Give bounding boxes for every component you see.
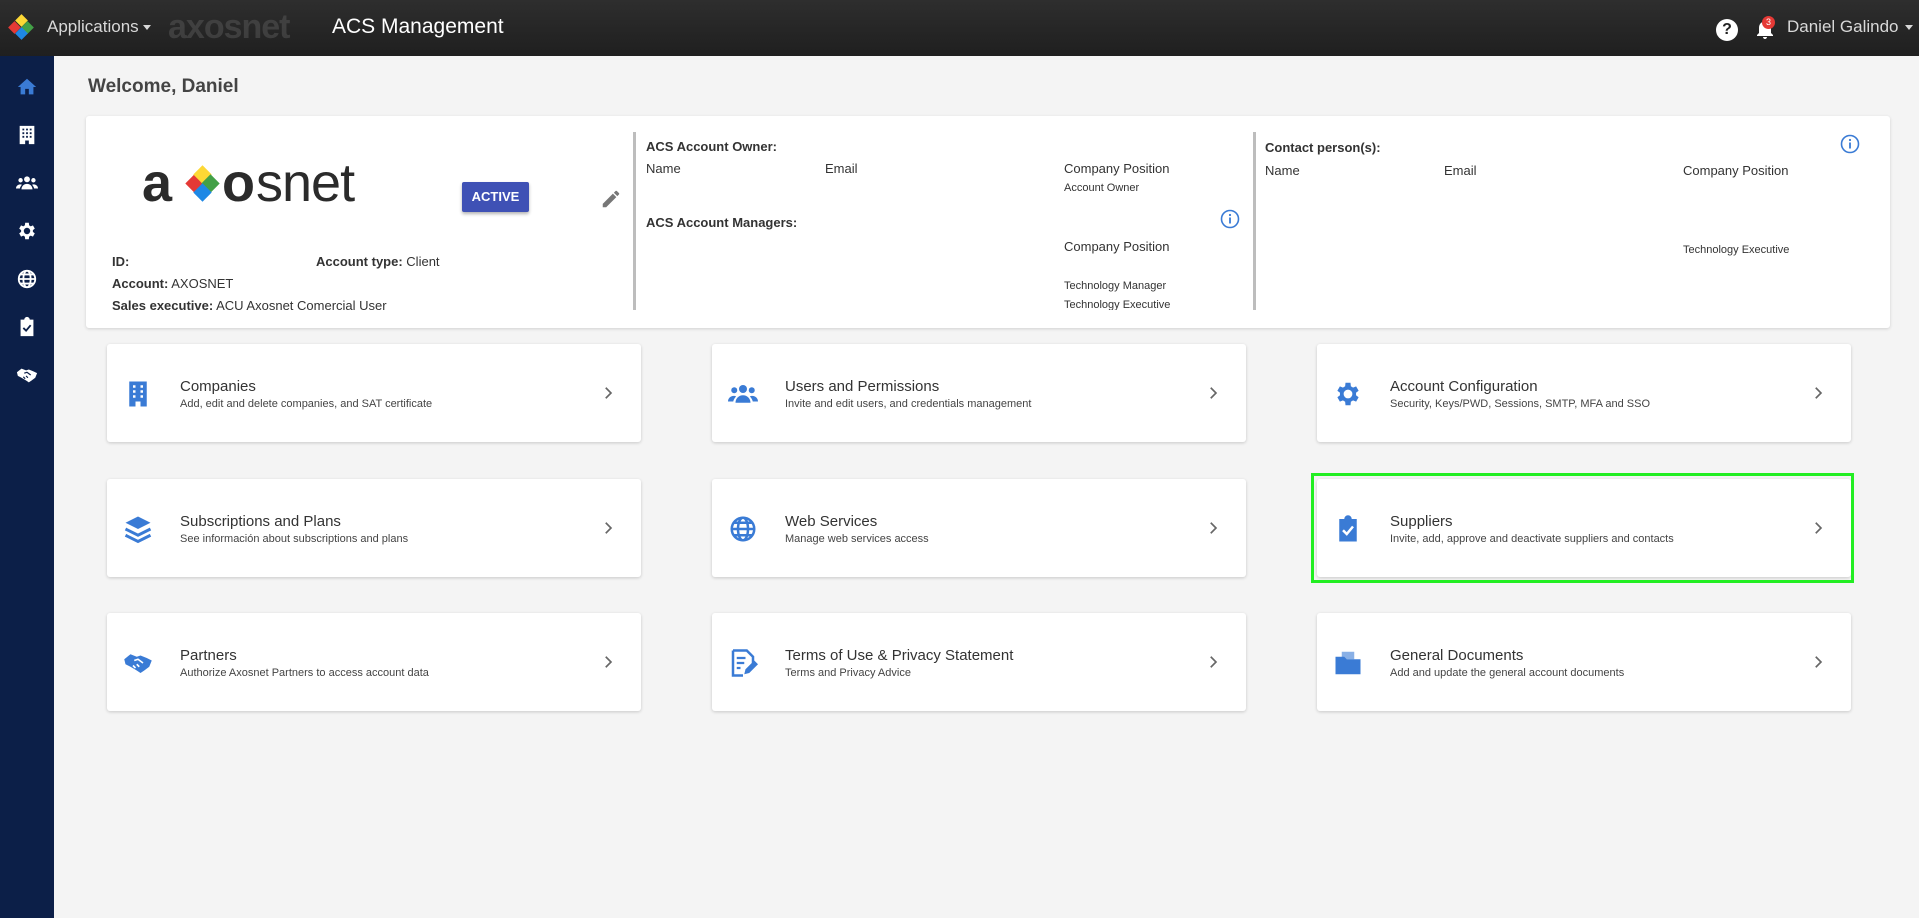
clipboard-check-icon: [20, 316, 34, 337]
chevron-right-icon: [605, 656, 613, 668]
card-title: Partners: [180, 647, 237, 664]
account-type: Account type: Client: [316, 254, 440, 269]
owner-col-position: Company Position: [1064, 161, 1170, 176]
card-general-documents[interactable]: General Documents Add and update the gen…: [1317, 613, 1851, 711]
welcome-heading: Welcome, Daniel: [88, 76, 239, 97]
sidebar-item-suppliers[interactable]: [0, 304, 54, 350]
company-logo: a o snet: [142, 156, 356, 213]
card-companies[interactable]: Companies Add, edit and delete companies…: [107, 344, 641, 442]
layers-icon: [124, 516, 152, 544]
user-menu[interactable]: Daniel Galindo: [1787, 17, 1913, 37]
sidebar-item-companies[interactable]: [0, 112, 54, 158]
card-title: Account Configuration: [1390, 378, 1538, 395]
account-panel: a o snet ACTIVE ID: Account type: Client…: [86, 116, 1890, 328]
folder-icon: [1335, 651, 1361, 675]
users-icon: [16, 176, 38, 190]
panel-divider: [633, 132, 636, 310]
sales-executive: Sales executive: ACU Axosnet Comercial U…: [112, 298, 387, 313]
card-title: General Documents: [1390, 647, 1524, 664]
document-edit-icon: [731, 649, 758, 677]
card-description: Authorize Axosnet Partners to access acc…: [180, 667, 429, 679]
chevron-right-icon: [605, 387, 613, 399]
user-name: Daniel Galindo: [1787, 17, 1899, 36]
app-title: ACS Management: [332, 15, 504, 38]
chevron-down-icon: [1904, 25, 1913, 31]
contact-position: Technology Executive: [1683, 244, 1790, 256]
card-title: Web Services: [785, 513, 878, 530]
selection-highlight: [1311, 473, 1854, 583]
card-title: Companies: [180, 378, 256, 395]
card-description: Add, edit and delete companies, and SAT …: [180, 398, 433, 410]
card-partners[interactable]: Partners Authorize Axosnet Partners to a…: [107, 613, 641, 711]
chevron-right-icon: [1815, 387, 1823, 399]
chevron-right-icon: [1210, 387, 1218, 399]
applications-label: Applications: [47, 17, 139, 36]
svg-text:a: a: [142, 156, 173, 213]
sidebar-item-users[interactable]: [0, 160, 54, 206]
card-title: Users and Permissions: [785, 378, 940, 395]
handshake-icon: [16, 368, 38, 383]
users-icon: [728, 385, 758, 403]
status-badge: ACTIVE: [462, 182, 529, 212]
applications-menu[interactable]: Applications: [47, 17, 151, 37]
info-icon[interactable]: [1840, 134, 1860, 154]
help-icon[interactable]: ?: [1716, 19, 1738, 41]
contacts-col-email: Email: [1444, 163, 1477, 178]
card-account-configuration[interactable]: Account Configuration Security, Keys/PWD…: [1317, 344, 1851, 442]
contacts-heading: Contact person(s):: [1265, 140, 1381, 155]
card-title: Subscriptions and Plans: [180, 513, 341, 530]
sidebar-item-partners[interactable]: [0, 352, 54, 398]
chevron-right-icon: [1815, 656, 1823, 668]
globe-icon: [730, 516, 756, 542]
card-users-permissions[interactable]: Users and Permissions Invite and edit us…: [712, 344, 1246, 442]
app-logo-icon[interactable]: [8, 14, 34, 40]
top-bar: Applications axosnet ACS Management ? 3 …: [0, 0, 1919, 56]
account-id: ID:: [112, 254, 130, 269]
card-description: Terms and Privacy Advice: [785, 667, 911, 679]
sidebar: [0, 56, 54, 918]
chevron-right-icon: [1210, 656, 1218, 668]
gear-icon: [1337, 382, 1359, 406]
manager-position: Technology Executive: [1064, 299, 1171, 310]
chevron-right-icon: [1210, 522, 1218, 534]
card-web-services[interactable]: Web Services Manage web services access: [712, 479, 1246, 577]
owner-col-name: Name: [646, 161, 681, 176]
contacts-col-name: Name: [1265, 163, 1300, 178]
chevron-down-icon: [142, 25, 151, 31]
card-title: Terms of Use & Privacy Statement: [785, 647, 1014, 664]
building-icon: [129, 381, 147, 407]
owner-heading: ACS Account Owner:: [646, 139, 777, 154]
account-name: Account: AXOSNET: [112, 276, 234, 291]
card-subscriptions-plans[interactable]: Subscriptions and Plans See información …: [107, 479, 641, 577]
card-description: Security, Keys/PWD, Sessions, SMTP, MFA …: [1390, 398, 1651, 410]
managers-heading: ACS Account Managers:: [646, 215, 798, 230]
sidebar-item-home[interactable]: [0, 64, 54, 110]
chevron-right-icon: [605, 522, 613, 534]
globe-icon: [17, 269, 37, 289]
building-icon: [19, 125, 35, 145]
manager-position: Technology Manager: [1064, 280, 1167, 292]
contacts-col-position: Company Position: [1683, 163, 1789, 178]
owner-col-email: Email: [825, 161, 858, 176]
gear-icon: [19, 222, 35, 240]
info-icon[interactable]: [1220, 209, 1240, 229]
card-description: Add and update the general account docum…: [1390, 667, 1625, 679]
svg-text:o: o: [222, 156, 254, 213]
owner-position: Account Owner: [1064, 182, 1140, 194]
card-description: See información about subscriptions and …: [180, 533, 409, 545]
managers-col-position: Company Position: [1064, 239, 1170, 254]
svg-text:snet: snet: [256, 156, 355, 213]
notification-badge: 3: [1762, 16, 1775, 29]
sidebar-item-web-services[interactable]: [0, 256, 54, 302]
brand-logo: axosnet: [168, 8, 290, 46]
handshake-icon: [124, 654, 152, 673]
sidebar-item-configuration[interactable]: [0, 208, 54, 254]
home-icon: [17, 78, 37, 95]
card-terms-privacy[interactable]: Terms of Use & Privacy Statement Terms a…: [712, 613, 1246, 711]
card-description: Manage web services access: [785, 533, 929, 545]
pencil-icon[interactable]: [600, 188, 622, 210]
panel-divider: [1253, 132, 1256, 310]
card-description: Invite and edit users, and credentials m…: [785, 398, 1032, 410]
